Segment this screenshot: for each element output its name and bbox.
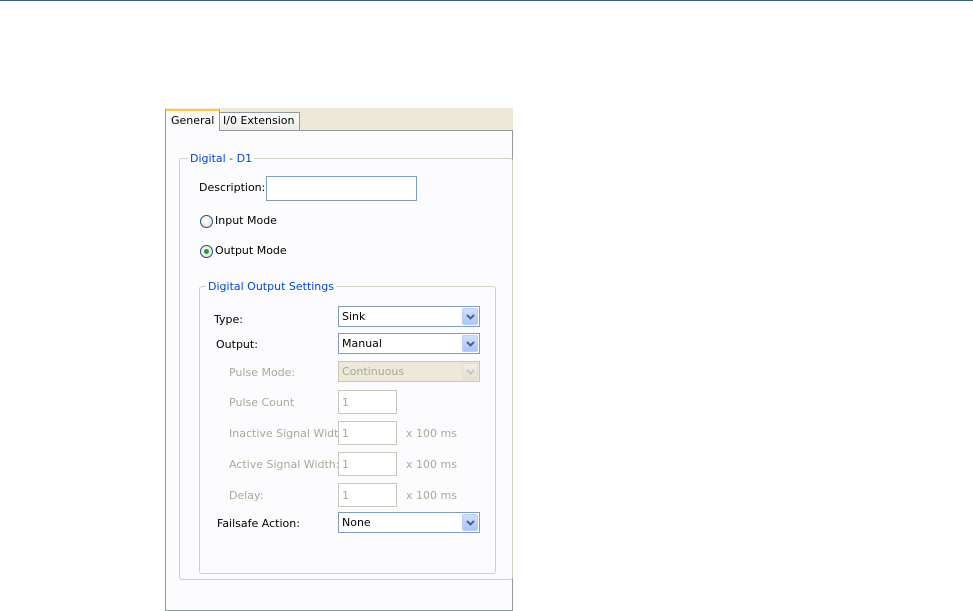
- chevron-down-icon[interactable]: [462, 308, 478, 325]
- delay-input[interactable]: [338, 483, 397, 507]
- description-label: Description:: [199, 181, 266, 194]
- pulse-mode-dropdown[interactable]: Continuous: [338, 361, 480, 382]
- output-dropdown-value: Manual: [342, 337, 382, 350]
- active-signal-width-label: Active Signal Width:: [229, 458, 340, 471]
- type-label: Type:: [214, 313, 243, 326]
- output-mode-radio[interactable]: [200, 245, 213, 258]
- active-signal-unit: x 100 ms: [406, 458, 457, 471]
- inactive-signal-unit: x 100 ms: [406, 427, 457, 440]
- output-dropdown[interactable]: Manual: [338, 333, 480, 354]
- input-mode-radio[interactable]: [200, 215, 213, 228]
- chevron-down-icon[interactable]: [462, 514, 478, 531]
- chevron-down-icon: [462, 363, 478, 380]
- pulse-count-input[interactable]: [338, 390, 397, 414]
- description-input[interactable]: [266, 176, 417, 201]
- chevron-down-icon[interactable]: [462, 335, 478, 352]
- tab-strip: General I/0 Extension: [165, 108, 513, 131]
- tab-general[interactable]: General: [165, 109, 221, 131]
- failsafe-action-dropdown[interactable]: None: [338, 512, 480, 533]
- pulse-mode-label: Pulse Mode:: [229, 366, 296, 379]
- properties-dialog: General I/0 Extension Digital - D1 Descr…: [165, 108, 513, 611]
- delay-unit: x 100 ms: [406, 489, 457, 502]
- input-mode-label[interactable]: Input Mode: [215, 214, 277, 228]
- inactive-signal-width-input[interactable]: [338, 421, 397, 445]
- tab-panel-general: Digital - D1 Description: Input Mode Out…: [165, 130, 513, 611]
- pulse-mode-dropdown-value: Continuous: [342, 365, 405, 378]
- digital-d1-group-title: Digital - D1: [188, 152, 255, 165]
- type-dropdown-value: Sink: [342, 310, 366, 323]
- tab-io-extension[interactable]: I/0 Extension: [217, 112, 301, 130]
- delay-label: Delay:: [229, 489, 264, 502]
- top-divider: [0, 0, 973, 1]
- digital-output-settings-title: Digital Output Settings: [206, 280, 336, 293]
- type-dropdown[interactable]: Sink: [338, 306, 480, 327]
- inactive-signal-width-label: Inactive Signal Width:: [229, 427, 350, 440]
- active-signal-width-input[interactable]: [338, 452, 397, 476]
- failsafe-action-dropdown-value: None: [342, 516, 371, 529]
- pulse-count-label: Pulse Count: [229, 396, 295, 409]
- failsafe-action-label: Failsafe Action:: [217, 517, 300, 530]
- radio-selected-dot: [204, 249, 209, 254]
- output-label: Output:: [216, 338, 258, 351]
- output-mode-label[interactable]: Output Mode: [215, 244, 287, 258]
